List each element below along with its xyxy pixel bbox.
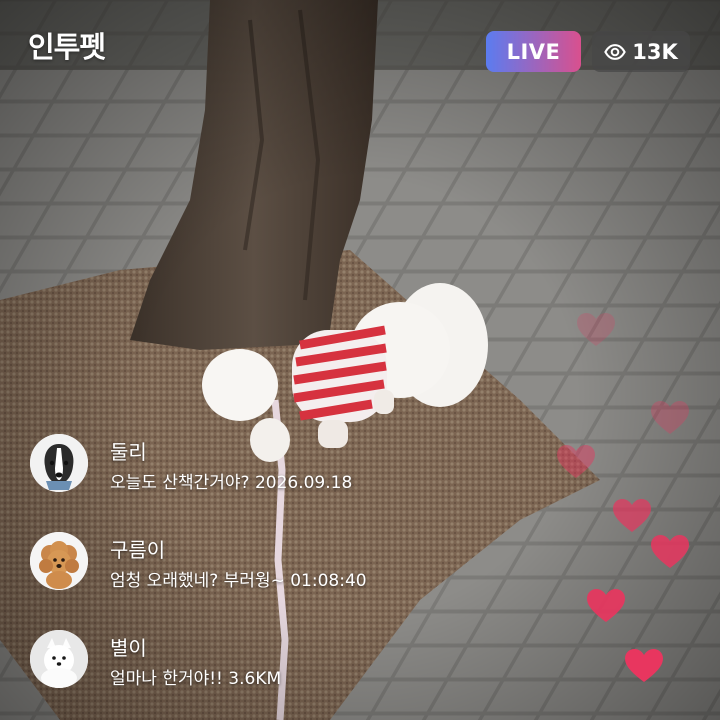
top-bar: 인투펫 LIVE 13K	[0, 0, 720, 90]
comment-text: 오늘도 산책간거야? 2026.09.18	[110, 473, 353, 493]
comment-text: 얼마나 한거야!! 3.6KM	[110, 669, 282, 689]
heart-icon	[556, 444, 596, 480]
viewer-count: 13K	[632, 39, 678, 64]
live-badge: LIVE	[486, 31, 581, 72]
viewer-count-badge: 13K	[592, 31, 690, 72]
heart-icon	[650, 534, 690, 570]
live-stream-screen: 인투펫 LIVE 13K 둘리 오늘도 산책간거야? 2026.09.18 구름…	[0, 0, 720, 720]
white-spitz-dog-icon	[30, 630, 88, 688]
comment-item: 별이 얼마나 한거야!! 3.6KM	[30, 628, 490, 690]
comment-author: 별이	[110, 636, 147, 660]
comment-item: 둘리 오늘도 산책간거야? 2026.09.18	[30, 432, 490, 494]
heart-icon	[576, 312, 616, 348]
reaction-hearts	[540, 300, 720, 720]
heart-icon	[650, 400, 690, 436]
heart-icon	[586, 588, 626, 624]
avatar[interactable]	[30, 630, 88, 688]
brown-poodle-dog-icon	[30, 532, 88, 590]
comment-item: 구름이 엄청 오래했네? 부러웡~ 01:08:40	[30, 530, 490, 592]
avatar[interactable]	[30, 434, 88, 492]
heart-icon	[624, 648, 664, 684]
comment-author: 둘리	[110, 440, 147, 464]
app-title: 인투펫	[28, 30, 106, 64]
heart-icon	[612, 498, 652, 534]
avatar[interactable]	[30, 532, 88, 590]
border-collie-dog-icon	[30, 434, 88, 492]
comment-author: 구름이	[110, 538, 166, 562]
comment-text: 엄청 오래했네? 부러웡~ 01:08:40	[110, 571, 367, 591]
eye-icon	[604, 41, 627, 63]
